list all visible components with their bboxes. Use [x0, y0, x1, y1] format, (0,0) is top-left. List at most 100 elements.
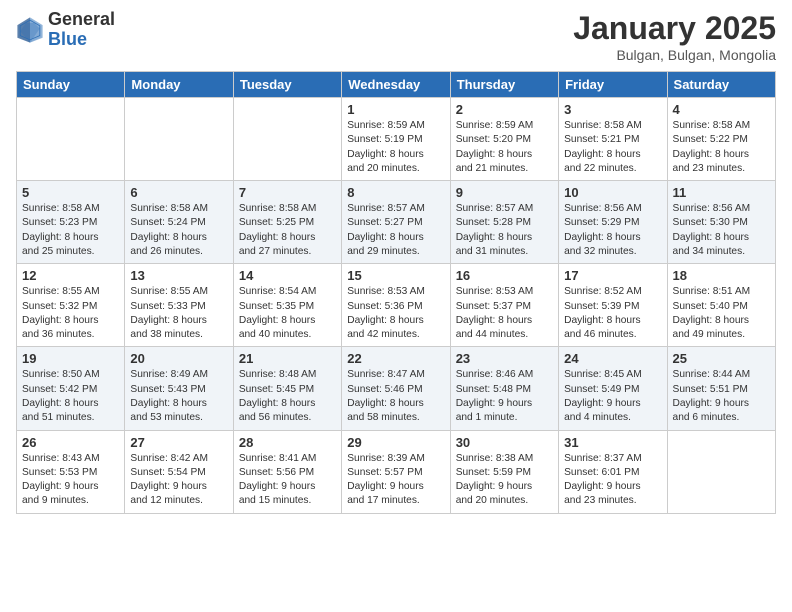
table-row: 13 Sunrise: 8:55 AM Sunset: 5:33 PM Dayli… [125, 264, 233, 347]
day-number: 30 [456, 435, 553, 450]
day-info: Sunrise: 8:42 AM Sunset: 5:54 PM Dayligh… [130, 452, 227, 509]
day-info: Sunrise: 8:58 AM Sunset: 5:23 PM Dayligh… [22, 202, 119, 259]
calendar-week-row: 19Sunrise: 8:50 AM Sunset: 5:42 PM Dayli… [17, 347, 776, 430]
day-info: Sunrise: 8:58 AM Sunset: 5:24 PM Dayligh… [130, 202, 227, 259]
day-info: Sunrise: 8:46 AM Sunset: 5:48 PM Dayligh… [456, 368, 553, 425]
day-info: Sunrise: 8:54 AM Sunset: 5:35 PM Dayligh… [239, 285, 336, 342]
day-number: 1 [347, 102, 444, 117]
day-number: 3 [564, 102, 661, 117]
day-info: Sunrise: 8:53 AM Sunset: 5:37 PM Dayligh… [456, 285, 553, 342]
logo-general: General [48, 10, 115, 30]
day-info: Sunrise: 8:44 AM Sunset: 5:51 PM Dayligh… [673, 368, 770, 425]
col-wednesday: Wednesday [342, 72, 450, 98]
day-number: 28 [239, 435, 336, 450]
calendar-table: Sunday Monday Tuesday Wednesday Thursday… [16, 71, 776, 514]
day-number: 9 [456, 185, 553, 200]
table-row: 31 Sunrise: 8:37 AM Sunset: 6:01 PM Dayli… [559, 430, 667, 513]
table-row: 8Sunrise: 8:57 AM Sunset: 5:27 PM Daylig… [342, 181, 450, 264]
table-row [125, 98, 233, 181]
table-row: 20Sunrise: 8:49 AM Sunset: 5:43 PM Dayli… [125, 347, 233, 430]
day-number: 13 [130, 268, 227, 283]
day-info: Sunrise: 8:57 AM Sunset: 5:28 PM Dayligh… [456, 202, 553, 259]
col-monday: Monday [125, 72, 233, 98]
day-number: 20 [130, 351, 227, 366]
day-info: Sunrise: 8:53 AM Sunset: 5:36 PM Dayligh… [347, 285, 444, 342]
day-number: 15 [347, 268, 444, 283]
table-row: 22Sunrise: 8:47 AM Sunset: 5:46 PM Dayli… [342, 347, 450, 430]
table-row: 15 Sunrise: 8:53 AM Sunset: 5:36 PM Dayli… [342, 264, 450, 347]
col-saturday: Saturday [667, 72, 775, 98]
table-row: 17Sunrise: 8:52 AM Sunset: 5:39 PM Dayli… [559, 264, 667, 347]
day-number: 5 [22, 185, 119, 200]
table-row: 14 Sunrise: 8:54 AM Sunset: 5:35 PM Dayli… [233, 264, 341, 347]
table-row: 4 Sunrise: 8:58 AM Sunset: 5:22 PM Daylig… [667, 98, 775, 181]
day-info: Sunrise: 8:59 AM Sunset: 5:19 PM Dayligh… [347, 119, 444, 176]
day-number: 22 [347, 351, 444, 366]
col-friday: Friday [559, 72, 667, 98]
logo: General Blue [16, 10, 115, 50]
table-row: 26 Sunrise: 8:43 AM Sunset: 5:53 PM Dayli… [17, 430, 125, 513]
day-info: Sunrise: 8:56 AM Sunset: 5:29 PM Dayligh… [564, 202, 661, 259]
day-number: 2 [456, 102, 553, 117]
day-number: 26 [22, 435, 119, 450]
calendar-week-row: 12Sunrise: 8:55 AM Sunset: 5:32 PM Dayli… [17, 264, 776, 347]
day-info: Sunrise: 8:39 AM Sunset: 5:57 PM Dayligh… [347, 452, 444, 509]
table-row: 10 Sunrise: 8:56 AM Sunset: 5:29 PM Dayli… [559, 181, 667, 264]
col-tuesday: Tuesday [233, 72, 341, 98]
table-row: 16 Sunrise: 8:53 AM Sunset: 5:37 PM Dayli… [450, 264, 558, 347]
day-info: Sunrise: 8:55 AM Sunset: 5:33 PM Dayligh… [130, 285, 227, 342]
month-title: January 2025 [573, 10, 776, 47]
day-number: 18 [673, 268, 770, 283]
calendar-week-row: 1 Sunrise: 8:59 AM Sunset: 5:19 PM Daylig… [17, 98, 776, 181]
col-thursday: Thursday [450, 72, 558, 98]
day-number: 10 [564, 185, 661, 200]
table-row: 24Sunrise: 8:45 AM Sunset: 5:49 PM Dayli… [559, 347, 667, 430]
day-number: 31 [564, 435, 661, 450]
table-row: 23 Sunrise: 8:46 AM Sunset: 5:48 PM Dayli… [450, 347, 558, 430]
col-sunday: Sunday [17, 72, 125, 98]
day-number: 21 [239, 351, 336, 366]
day-number: 16 [456, 268, 553, 283]
table-row: 21Sunrise: 8:48 AM Sunset: 5:45 PM Dayli… [233, 347, 341, 430]
day-number: 23 [456, 351, 553, 366]
calendar-header-row: Sunday Monday Tuesday Wednesday Thursday… [17, 72, 776, 98]
day-number: 12 [22, 268, 119, 283]
table-row: 7 Sunrise: 8:58 AM Sunset: 5:25 PM Daylig… [233, 181, 341, 264]
day-number: 4 [673, 102, 770, 117]
day-info: Sunrise: 8:38 AM Sunset: 5:59 PM Dayligh… [456, 452, 553, 509]
day-info: Sunrise: 8:37 AM Sunset: 6:01 PM Dayligh… [564, 452, 661, 509]
table-row [667, 430, 775, 513]
page-header: General Blue January 2025 Bulgan, Bulgan… [16, 10, 776, 63]
logo-text: General Blue [48, 10, 115, 50]
table-row: 19Sunrise: 8:50 AM Sunset: 5:42 PM Dayli… [17, 347, 125, 430]
calendar-week-row: 5 Sunrise: 8:58 AM Sunset: 5:23 PM Daylig… [17, 181, 776, 264]
day-info: Sunrise: 8:58 AM Sunset: 5:22 PM Dayligh… [673, 119, 770, 176]
day-number: 24 [564, 351, 661, 366]
title-block: January 2025 Bulgan, Bulgan, Mongolia [573, 10, 776, 63]
day-info: Sunrise: 8:43 AM Sunset: 5:53 PM Dayligh… [22, 452, 119, 509]
day-info: Sunrise: 8:52 AM Sunset: 5:39 PM Dayligh… [564, 285, 661, 342]
logo-icon [16, 16, 44, 44]
day-number: 8 [347, 185, 444, 200]
day-number: 25 [673, 351, 770, 366]
day-info: Sunrise: 8:51 AM Sunset: 5:40 PM Dayligh… [673, 285, 770, 342]
table-row: 30 Sunrise: 8:38 AM Sunset: 5:59 PM Dayli… [450, 430, 558, 513]
table-row: 5 Sunrise: 8:58 AM Sunset: 5:23 PM Daylig… [17, 181, 125, 264]
table-row: 3Sunrise: 8:58 AM Sunset: 5:21 PM Daylig… [559, 98, 667, 181]
table-row: 11Sunrise: 8:56 AM Sunset: 5:30 PM Dayli… [667, 181, 775, 264]
table-row: 6 Sunrise: 8:58 AM Sunset: 5:24 PM Daylig… [125, 181, 233, 264]
day-info: Sunrise: 8:50 AM Sunset: 5:42 PM Dayligh… [22, 368, 119, 425]
day-info: Sunrise: 8:59 AM Sunset: 5:20 PM Dayligh… [456, 119, 553, 176]
page-container: General Blue January 2025 Bulgan, Bulgan… [0, 0, 792, 524]
day-number: 14 [239, 268, 336, 283]
day-number: 11 [673, 185, 770, 200]
day-info: Sunrise: 8:58 AM Sunset: 5:25 PM Dayligh… [239, 202, 336, 259]
day-number: 6 [130, 185, 227, 200]
table-row: 18 Sunrise: 8:51 AM Sunset: 5:40 PM Dayli… [667, 264, 775, 347]
table-row [233, 98, 341, 181]
day-number: 27 [130, 435, 227, 450]
table-row: 28Sunrise: 8:41 AM Sunset: 5:56 PM Dayli… [233, 430, 341, 513]
table-row: 25 Sunrise: 8:44 AM Sunset: 5:51 PM Dayli… [667, 347, 775, 430]
day-number: 7 [239, 185, 336, 200]
calendar-week-row: 26 Sunrise: 8:43 AM Sunset: 5:53 PM Dayli… [17, 430, 776, 513]
